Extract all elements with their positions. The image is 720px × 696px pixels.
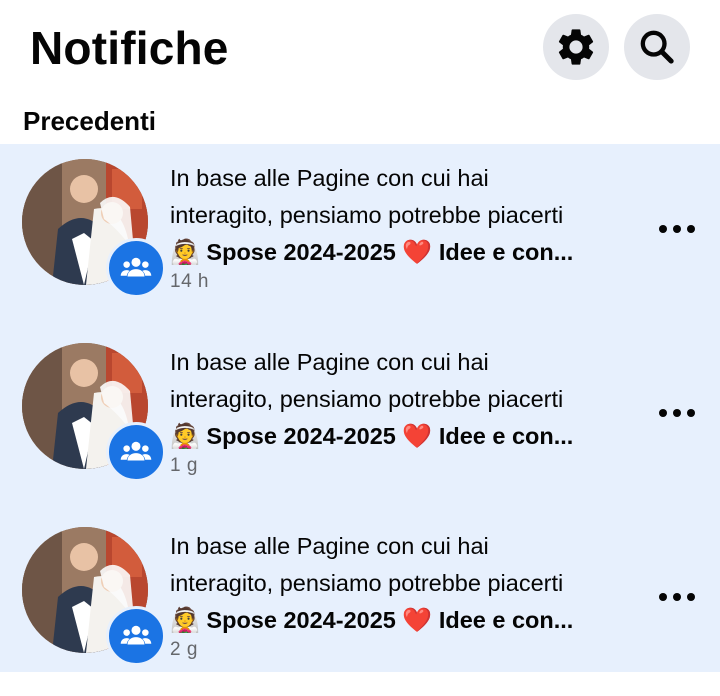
group-badge xyxy=(106,238,166,298)
settings-button[interactable] xyxy=(543,14,609,80)
notification-item[interactable]: In base alle Pagine con cui hai interagi… xyxy=(0,512,720,696)
section-title: Precedenti xyxy=(23,106,156,136)
page-name-suffix: Idee e con... xyxy=(438,607,574,633)
notification-line-1: In base alle Pagine con cui hai xyxy=(170,533,489,559)
page-name-line: 👰 Spose 2024-2025 ❤️ Idee e con... xyxy=(170,418,630,455)
more-icon xyxy=(659,225,695,233)
notification-line-1: In base alle Pagine con cui hai xyxy=(170,165,489,191)
page-name-line: 👰 Spose 2024-2025 ❤️ Idee e con... xyxy=(170,234,630,271)
page-name-suffix: Idee e con... xyxy=(438,239,574,265)
gear-icon xyxy=(558,29,594,65)
heart-emoji: ❤️ xyxy=(402,423,433,450)
page-name-suffix: Idee e con... xyxy=(438,423,574,449)
group-badge xyxy=(106,422,166,482)
more-options-button[interactable] xyxy=(652,214,702,244)
search-icon xyxy=(640,30,674,64)
bride-emoji: 👰 xyxy=(170,423,200,450)
notification-item[interactable]: In base alle Pagine con cui hai interagi… xyxy=(0,328,720,512)
page-name: Spose 2024-2025 xyxy=(206,607,396,633)
notification-time: 14 h xyxy=(170,271,209,292)
more-options-button[interactable] xyxy=(652,582,702,612)
more-icon xyxy=(659,593,695,601)
notification-text: In base alle Pagine con cui hai interagi… xyxy=(170,160,630,271)
page-title: Notifiche xyxy=(30,22,229,74)
more-options-button[interactable] xyxy=(652,398,702,428)
more-icon xyxy=(659,409,695,417)
notification-line-2: interagito, pensiamo potrebbe piacerti xyxy=(170,386,564,412)
notification-line-1: In base alle Pagine con cui hai xyxy=(170,349,489,375)
group-icon xyxy=(120,625,152,645)
group-icon xyxy=(120,257,152,277)
notification-time: 1 g xyxy=(170,455,198,476)
bride-emoji: 👰 xyxy=(170,239,200,266)
page-name: Spose 2024-2025 xyxy=(206,423,396,449)
header: Notifiche xyxy=(0,0,720,100)
notification-item[interactable]: In base alle Pagine con cui hai interagi… xyxy=(0,144,720,328)
group-icon xyxy=(120,441,152,461)
notification-list: In base alle Pagine con cui hai interagi… xyxy=(0,144,720,672)
heart-emoji: ❤️ xyxy=(402,239,433,266)
page-name: Spose 2024-2025 xyxy=(206,239,396,265)
notification-time: 2 g xyxy=(170,639,198,660)
notification-text: In base alle Pagine con cui hai interagi… xyxy=(170,344,630,455)
search-button[interactable] xyxy=(624,14,690,80)
notification-line-2: interagito, pensiamo potrebbe piacerti xyxy=(170,202,564,228)
bride-emoji: 👰 xyxy=(170,607,200,634)
group-badge xyxy=(106,606,166,666)
heart-emoji: ❤️ xyxy=(402,607,433,634)
notification-text: In base alle Pagine con cui hai interagi… xyxy=(170,528,630,639)
page-name-line: 👰 Spose 2024-2025 ❤️ Idee e con... xyxy=(170,602,630,639)
notification-line-2: interagito, pensiamo potrebbe piacerti xyxy=(170,570,564,596)
